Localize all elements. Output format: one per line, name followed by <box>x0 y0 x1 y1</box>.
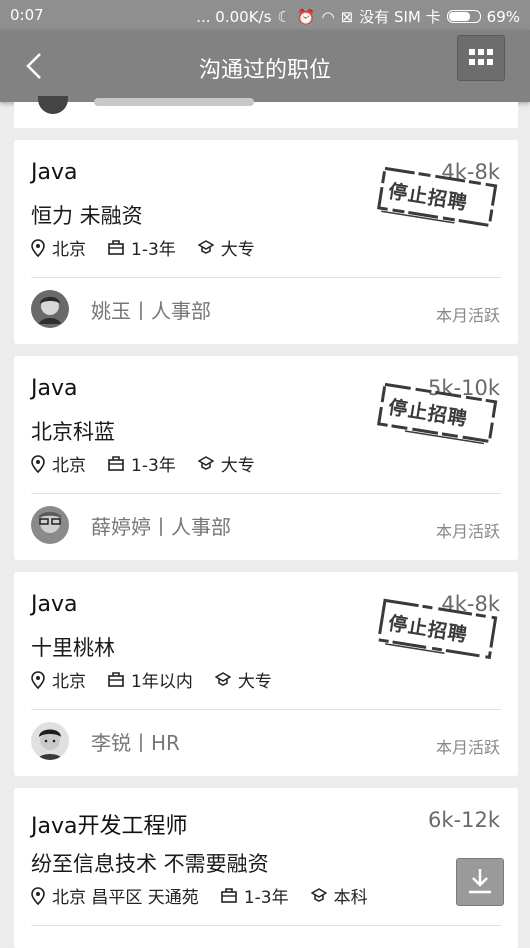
company-name: 恒力 未融资 <box>31 204 143 228</box>
job-title: Java <box>31 160 78 185</box>
briefcase-icon <box>221 888 237 903</box>
job-card[interactable]: Java 4k-8k 停止招聘 十里桃林 北京 1年以内 大专 李锐丨HR 本月… <box>14 572 518 776</box>
job-card[interactable]: Java 4k-8k 停止招聘 恒力 未融资 北京 1-3年 大专 姚玉丨人事部… <box>14 140 518 344</box>
recruiter-name: 李锐丨HR <box>91 730 180 755</box>
job-education: 大专 <box>220 456 255 476</box>
divider <box>31 709 501 710</box>
company-name: 十里桃林 <box>31 636 115 660</box>
recruiter-row: 姚玉丨人事部 <box>31 290 211 328</box>
recruiter-row: 李锐丨HR <box>31 722 180 760</box>
job-location: 北京 昌平区 天通苑 <box>52 888 199 908</box>
company-name: 北京科蓝 <box>31 420 115 444</box>
activity-status: 本月活跃 <box>435 522 500 541</box>
job-location: 北京 <box>52 456 86 476</box>
job-title: Java <box>31 592 78 617</box>
recruiter-label-cutoff <box>94 98 254 106</box>
battery-percent: 69% <box>486 7 520 26</box>
job-education: 本科 <box>333 888 368 908</box>
location-icon <box>31 670 45 689</box>
status-bar: 0:07 ... 0.00K/s ☾ ⏰ ◠ ⊠ 没有 SIM 卡 69% <box>0 0 530 30</box>
briefcase-icon <box>108 240 124 255</box>
graduation-cap-icon <box>310 888 327 902</box>
recruiter-name: 薛婷婷丨人事部 <box>91 514 231 539</box>
network-speed: ... 0.00K/s <box>196 7 272 26</box>
avatar <box>31 722 69 760</box>
status-time: 0:07 <box>10 6 44 24</box>
moon-icon: ☾ <box>277 7 291 26</box>
download-button[interactable] <box>456 858 504 906</box>
grid-icon <box>469 49 493 65</box>
graduation-cap-icon <box>214 672 231 686</box>
activity-status: 本月活跃 <box>435 738 500 757</box>
avatar <box>31 506 69 544</box>
job-location: 北京 <box>52 240 86 260</box>
nav-bar: 沟通过的职位 <box>0 30 530 102</box>
job-location: 北京 <box>52 672 86 692</box>
page-title: 沟通过的职位 <box>198 58 331 83</box>
recruiter-name: 姚玉丨人事部 <box>91 298 211 323</box>
job-meta: 北京 1-3年 大专 <box>31 451 277 476</box>
battery-icon <box>446 10 481 23</box>
divider <box>31 493 501 494</box>
job-education: 大专 <box>220 240 255 260</box>
job-education: 大专 <box>237 672 272 692</box>
briefcase-icon <box>108 456 124 471</box>
wifi-icon: ◠ <box>321 7 335 26</box>
previous-card-sliver <box>14 96 518 128</box>
job-card[interactable]: Java开发工程师 6k-12k 纷至信息技术 不需要融资 北京 昌平区 天通苑… <box>14 788 518 948</box>
activity-status: 本月活跃 <box>435 306 500 325</box>
graduation-cap-icon <box>197 240 214 254</box>
download-icon <box>469 869 491 894</box>
job-experience: 1年以内 <box>131 672 193 692</box>
avatar <box>31 290 69 328</box>
job-meta: 北京 昌平区 天通苑 1-3年 本科 <box>31 883 390 908</box>
job-salary: 6k-12k <box>428 808 500 832</box>
graduation-cap-icon <box>197 456 214 470</box>
briefcase-icon <box>108 672 124 687</box>
job-meta: 北京 1-3年 大专 <box>31 235 277 260</box>
job-meta: 北京 1年以内 大专 <box>31 667 294 692</box>
grid-menu-button[interactable] <box>457 35 505 81</box>
recruiter-row: 薛婷婷丨人事部 <box>31 506 231 544</box>
job-card[interactable]: Java 5k-10k 停止招聘 北京科蓝 北京 1-3年 大专 薛婷婷丨人事部… <box>14 356 518 560</box>
status-icons: ... 0.00K/s ☾ ⏰ ◠ ⊠ 没有 SIM 卡 69% <box>196 6 520 27</box>
company-name: 纷至信息技术 不需要融资 <box>31 852 269 876</box>
sim-status: 没有 SIM 卡 <box>359 8 441 26</box>
job-experience: 1-3年 <box>243 888 289 908</box>
location-icon <box>31 454 45 473</box>
job-title: Java开发工程师 <box>31 814 188 839</box>
divider <box>31 925 501 926</box>
location-icon <box>31 886 45 905</box>
location-icon <box>31 238 45 257</box>
alarm-icon: ⏰ <box>296 7 316 26</box>
sim-icon: ⊠ <box>340 7 354 26</box>
avatar <box>38 96 68 114</box>
divider <box>31 277 501 278</box>
job-experience: 1-3年 <box>131 240 176 260</box>
job-experience: 1-3年 <box>131 456 176 476</box>
job-title: Java <box>31 376 78 401</box>
